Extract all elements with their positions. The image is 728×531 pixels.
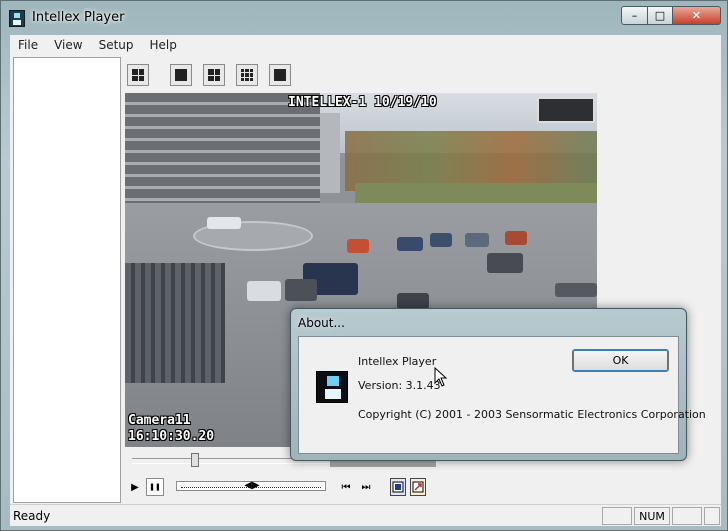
skip-back-icon: ⏮: [341, 481, 351, 493]
play-icon: ▶: [131, 481, 139, 493]
skip-forward-icon: ⏭: [361, 481, 371, 493]
layout-quad-button[interactable]: [127, 64, 149, 86]
about-dialog-title[interactable]: About...: [298, 316, 345, 330]
layout-1x1-icon: [175, 69, 187, 81]
intellex-app-icon: [316, 371, 348, 403]
layout-3x3-button[interactable]: [236, 64, 258, 86]
resize-grip[interactable]: [704, 507, 720, 525]
about-product-name: Intellex Player: [358, 355, 437, 368]
layout-4x4-icon: [274, 69, 286, 81]
status-text: Ready: [13, 509, 51, 523]
speed-slider-thumb[interactable]: ◀▶: [242, 476, 262, 494]
pause-button[interactable]: ❚❚: [146, 478, 164, 496]
scene-trailers: [125, 263, 225, 383]
minimize-button[interactable]: –: [621, 6, 648, 25]
snapshot-button[interactable]: [390, 478, 406, 496]
menu-bar: File View Setup Help: [10, 35, 721, 55]
title-bar[interactable]: Intellex Player – □ ✕: [1, 1, 728, 35]
seek-slider-thumb[interactable]: [191, 453, 199, 467]
play-button[interactable]: ▶: [128, 478, 142, 496]
export-icon: [412, 481, 424, 493]
status-num-indicator: NUM: [634, 507, 670, 525]
maximize-button[interactable]: □: [648, 6, 673, 25]
intellex-app-icon[interactable]: [9, 10, 25, 27]
about-copyright: Copyright (C) 2001 - 2003 Sensormatic El…: [358, 408, 706, 421]
pause-icon: ❚❚: [149, 483, 161, 491]
speed-thumb-icon: ◀▶: [244, 479, 260, 491]
scene-billboard: [537, 97, 595, 123]
camera-list-pane[interactable]: [13, 57, 121, 503]
about-version: Version: 3.1.43: [358, 379, 441, 392]
frame-back-button[interactable]: ⏮: [337, 478, 355, 496]
about-dialog: About... Intellex Player Version: 3.1.43…: [290, 308, 706, 461]
menu-file[interactable]: File: [10, 38, 46, 52]
status-bar: Ready NUM: [10, 504, 721, 526]
layout-single-button[interactable]: [170, 64, 192, 86]
camera-label: Camera11: [128, 413, 191, 428]
frame-forward-button[interactable]: ⏭: [357, 478, 375, 496]
layout-3x3-icon: [241, 69, 253, 81]
image-icon: [392, 481, 404, 493]
about-dialog-body: Intellex Player Version: 3.1.43 Copyrigh…: [298, 336, 706, 454]
video-timestamp: 16:10:30.20: [128, 429, 215, 444]
menu-setup[interactable]: Setup: [91, 38, 142, 52]
layout-4x4-button[interactable]: [269, 64, 291, 86]
mouse-cursor-icon: [434, 367, 448, 387]
close-button[interactable]: ✕: [673, 6, 721, 25]
layout-2x2-icon: [208, 69, 220, 81]
ok-button[interactable]: OK: [572, 349, 669, 372]
video-header-overlay: INTELLEX-1 10/19/10: [288, 95, 437, 110]
caption-buttons: – □ ✕: [621, 6, 721, 25]
status-panel: [672, 507, 702, 525]
menu-view[interactable]: View: [46, 38, 90, 52]
layout-2x2-icon: [132, 69, 144, 81]
status-panel: [602, 507, 632, 525]
layout-2x2-button[interactable]: [203, 64, 225, 86]
window-title: Intellex Player: [32, 10, 125, 25]
main-window: Intellex Player – □ ✕ File View Setup He…: [0, 0, 728, 531]
scene-building: [125, 93, 320, 211]
export-button[interactable]: [410, 478, 426, 496]
menu-help[interactable]: Help: [142, 38, 185, 52]
